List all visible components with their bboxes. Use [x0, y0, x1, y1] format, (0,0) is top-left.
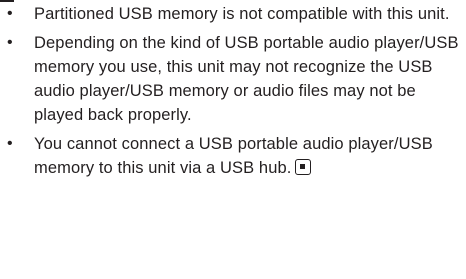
note-text: You cannot connect a USB portable audio … — [34, 135, 433, 177]
list-item: • Partitioned USB memory is not compatib… — [0, 2, 466, 26]
stop-square-icon — [295, 159, 312, 175]
note-text: Partitioned USB memory is not compatible… — [34, 5, 450, 23]
notes-list: • Partitioned USB memory is not compatib… — [0, 2, 466, 185]
list-item: • You cannot connect a USB portable audi… — [0, 132, 466, 180]
bullet-icon: • — [7, 34, 13, 51]
bullet-icon: • — [7, 135, 13, 152]
note-text: Depending on the kind of USB portable au… — [34, 34, 459, 124]
bullet-icon: • — [7, 5, 13, 22]
list-item: • Depending on the kind of USB portable … — [0, 31, 466, 127]
